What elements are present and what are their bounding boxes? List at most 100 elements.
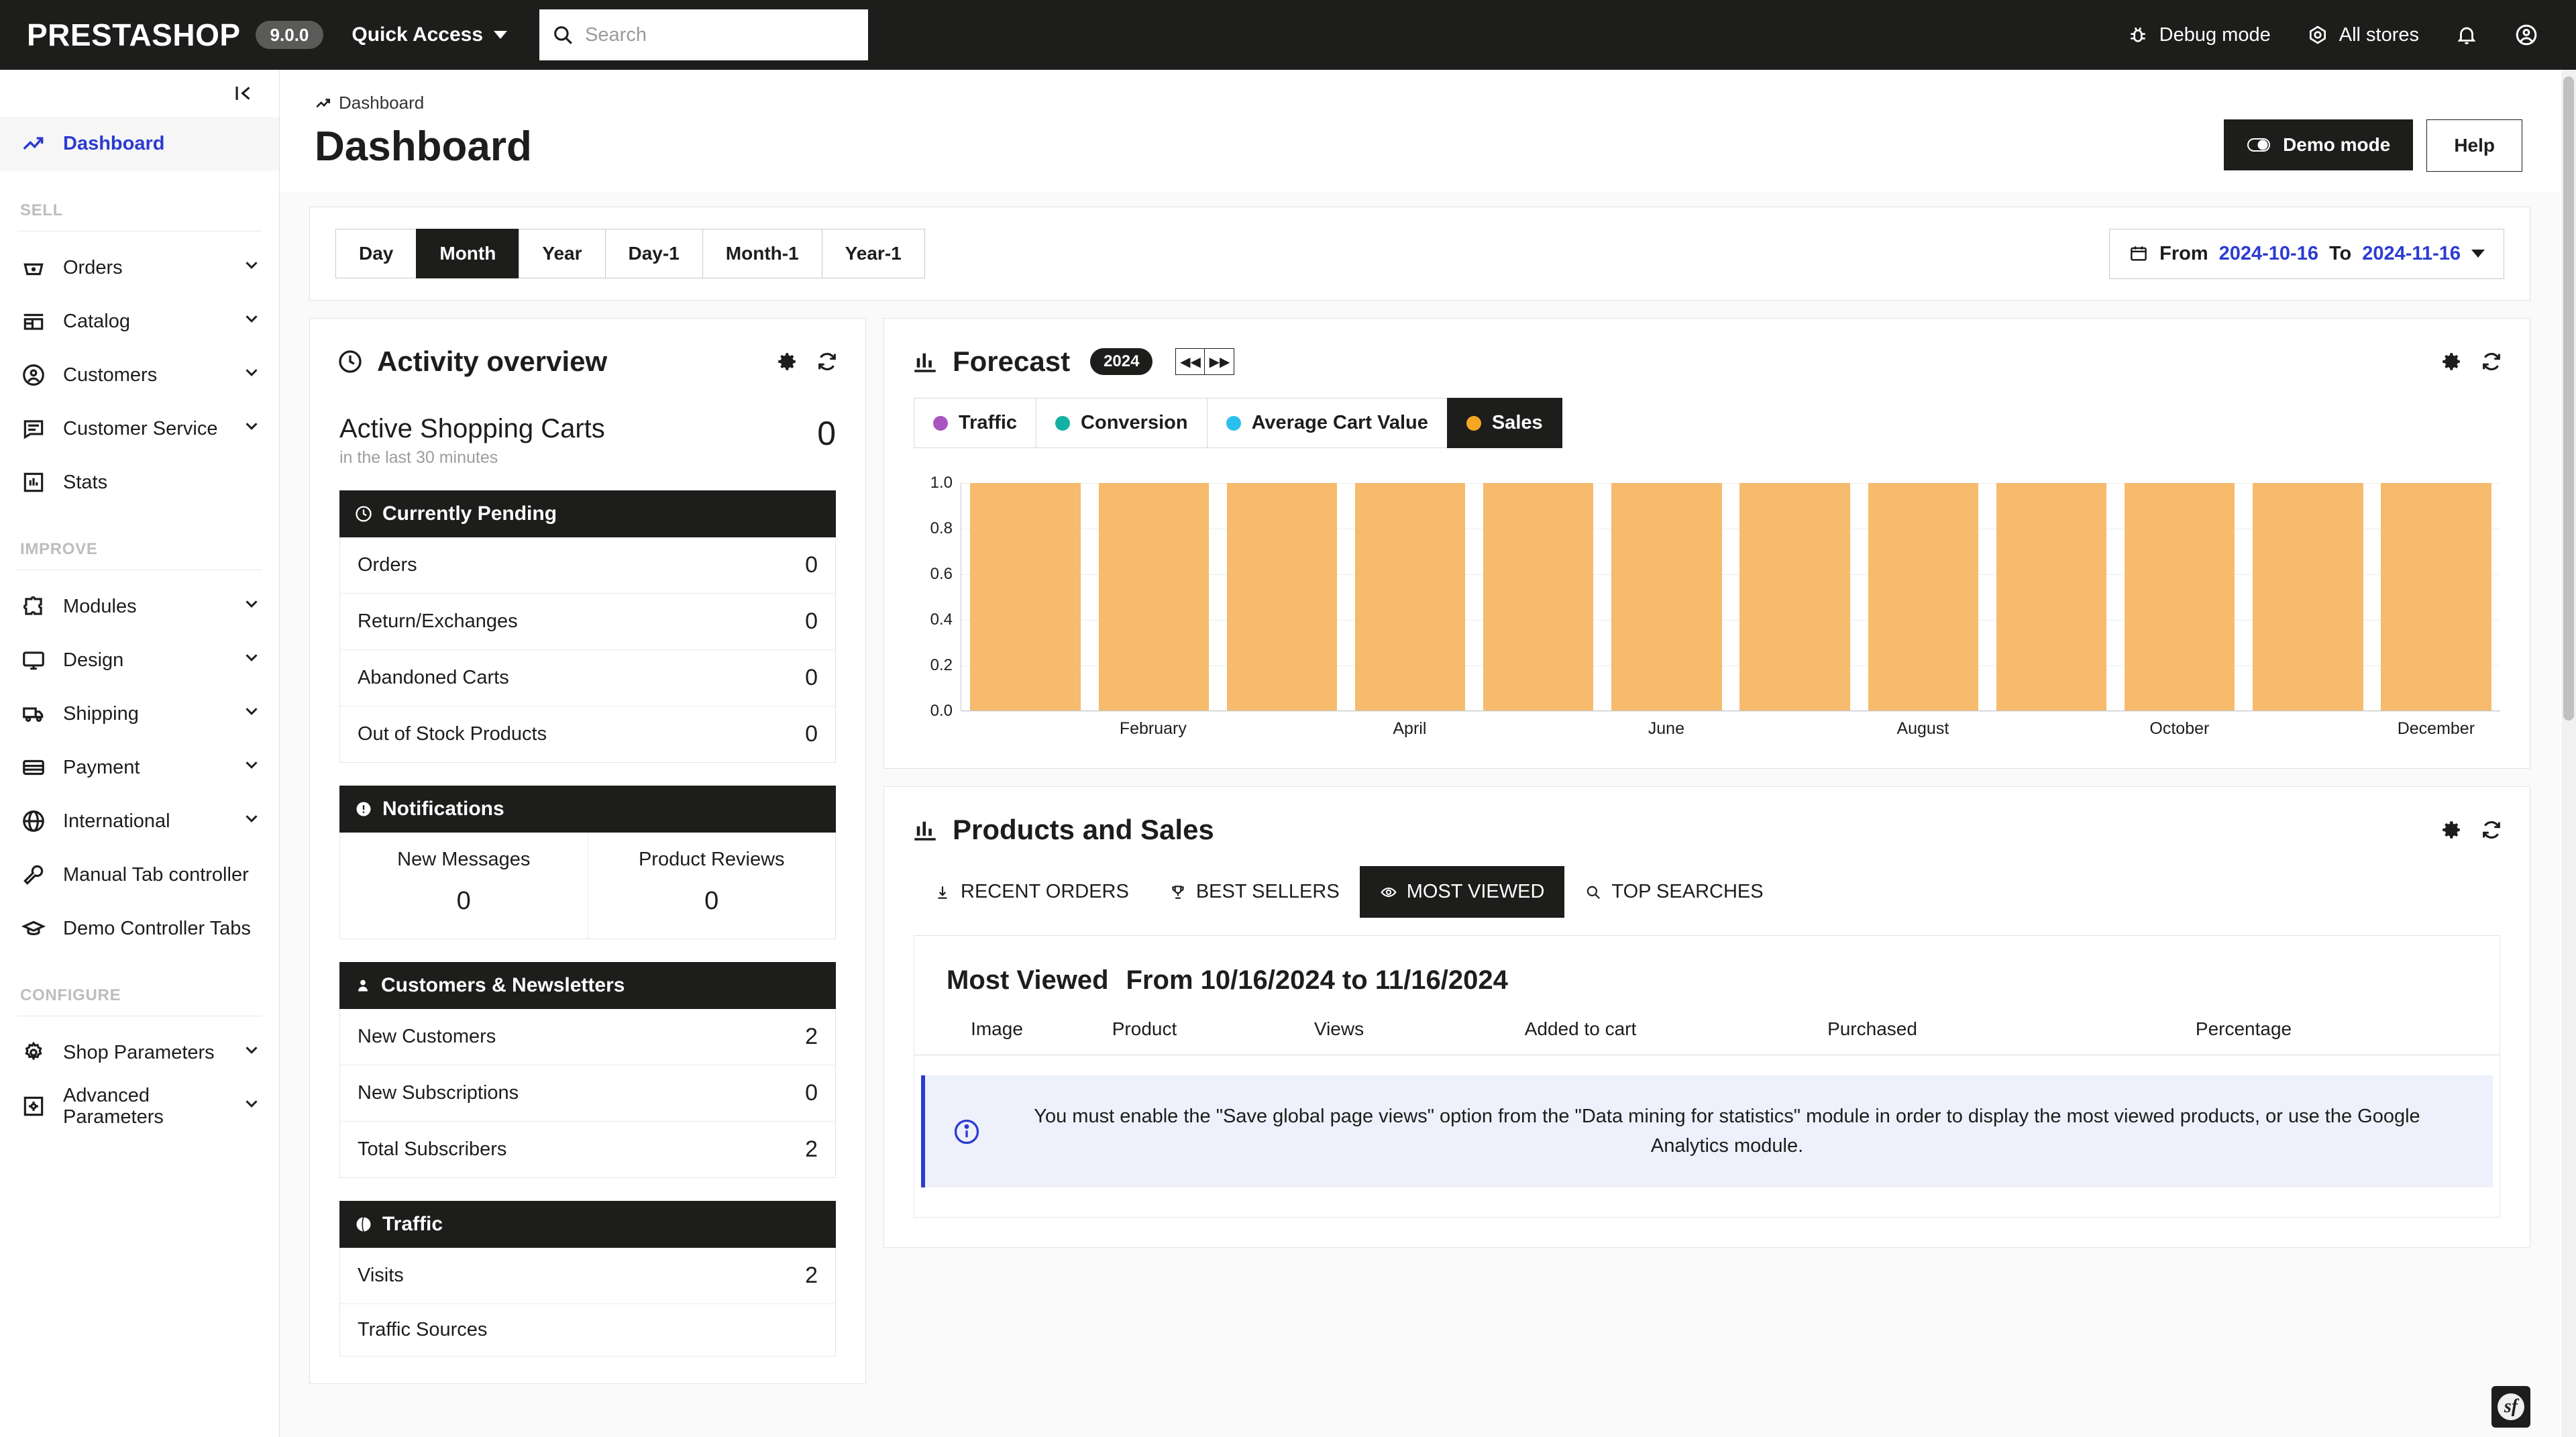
sidebar-item-design[interactable]: Design [0,633,279,687]
sidebar-item-label: Shipping [63,702,139,725]
tab-top-searches[interactable]: TOP SEARCHES [1564,866,1784,918]
range-month[interactable]: Month [416,229,519,278]
brand-logo[interactable]: PRESTASHOP [27,17,241,53]
forecast-chart: 1.0 0.8 0.6 0.4 0.2 0.0 February April June Augu… [884,460,2530,768]
debug-mode-button[interactable]: Debug mode [2127,24,2271,46]
legend-traffic[interactable]: Traffic [914,398,1036,448]
chart-bar[interactable] [1226,483,1338,710]
list-item[interactable]: Visits 2 [340,1248,835,1304]
range-day[interactable]: Day [335,229,417,278]
refresh-icon[interactable] [2480,818,2503,841]
chart-bar[interactable] [1739,483,1850,710]
refresh-icon[interactable] [2480,350,2503,373]
sidebar-item-customer-service[interactable]: Customer Service [0,402,279,456]
x-axis-tick [1474,719,1602,739]
range-year-1[interactable]: Year-1 [821,229,925,278]
notification-cell[interactable]: New Messages 0 [340,833,588,939]
chart-y-axis: 1.0 0.8 0.6 0.4 0.2 0.0 [914,474,961,720]
legend-label: Conversion [1081,412,1188,433]
x-axis-tick [1218,719,1346,739]
symfony-debug-badge[interactable]: sf [2491,1386,2530,1428]
account-button[interactable] [2514,23,2538,47]
date-range-picker[interactable]: From 2024-10-16 To 2024-11-16 [2109,228,2504,279]
all-stores-label: All stores [2339,23,2419,46]
date-to-value[interactable]: 2024-11-16 [2362,243,2461,265]
sidebar-item-label: Manual Tab controller [63,863,249,886]
search-box[interactable] [539,9,869,60]
sidebar-item-payment[interactable]: Payment [0,741,279,794]
x-axis-tick [1987,719,2115,739]
refresh-icon[interactable] [816,350,839,373]
currently-pending-title: Currently Pending [382,502,557,525]
tab-most-viewed[interactable]: MOST VIEWED [1359,866,1565,918]
chart-bar[interactable] [1868,483,1978,710]
row-value: 0 [805,1080,818,1106]
row-label: Traffic Sources [358,1319,488,1340]
tab-recent-orders[interactable]: RECENT ORDERS [914,866,1149,918]
chart-bar[interactable] [1354,483,1466,710]
x-axis-tick [961,719,1089,739]
most-viewed-alert: You must enable the "Save global page vi… [921,1075,2493,1187]
notification-cell[interactable]: Product Reviews 0 [587,833,836,939]
list-item[interactable]: Total Subscribers 2 [340,1122,835,1177]
sidebar-item-manual-tab-controller[interactable]: Manual Tab controller [0,848,279,902]
list-item[interactable]: Out of Stock Products 0 [340,706,835,762]
chevron-down-icon [494,31,508,39]
symfony-icon: sf [2498,1393,2524,1420]
all-stores-button[interactable]: All stores [2307,24,2419,46]
legend-average-cart-value[interactable]: Average Cart Value [1206,398,1447,448]
legend-conversion[interactable]: Conversion [1036,398,1207,448]
gear-icon[interactable] [775,350,798,373]
page-scrollbar[interactable] [2561,70,2576,1437]
sidebar-item-customers[interactable]: Customers [0,348,279,402]
list-item[interactable]: New Customers 2 [340,1009,835,1065]
chart-bar[interactable] [2124,483,2235,710]
list-item[interactable]: Orders 0 [340,537,835,594]
demo-mode-button[interactable]: Demo mode [2224,119,2414,170]
list-item[interactable]: New Subscriptions 0 [340,1065,835,1122]
sidebar-item-dashboard[interactable]: Dashboard [0,117,279,170]
gear-icon[interactable] [2440,818,2463,841]
sidebar-item-label: Demo Controller Tabs [63,917,251,939]
list-item[interactable]: Abandoned Carts 0 [340,650,835,706]
sidebar-item-stats[interactable]: Stats [0,456,279,509]
chart-bar[interactable] [2381,483,2491,710]
sidebar-item-international[interactable]: International [0,794,279,848]
list-item[interactable]: Traffic Sources [340,1304,835,1356]
list-item[interactable]: Return/Exchanges 0 [340,594,835,650]
range-month-1[interactable]: Month-1 [702,229,822,278]
sidebar-item-shop-parameters[interactable]: Shop Parameters [0,1026,279,1079]
gear-icon[interactable] [2440,350,2463,373]
chart-bar[interactable] [1611,483,1722,710]
chevron-down-icon [241,1094,262,1119]
sidebar-item-catalog[interactable]: Catalog [0,295,279,348]
tab-best-sellers[interactable]: BEST SELLERS [1148,866,1360,918]
sidebar-item-label: Customer Service [63,417,218,439]
sidebar-item-orders[interactable]: Orders [0,241,279,295]
chart-bar[interactable] [1098,483,1209,710]
chart-bar[interactable] [970,483,1081,710]
collapse-sidebar-icon[interactable] [232,82,255,105]
quick-access-dropdown[interactable]: Quick Access [352,23,508,46]
forecast-next-button[interactable]: ▶▶ [1205,348,1235,375]
range-day-1[interactable]: Day-1 [604,229,702,278]
row-value: 2 [805,1136,818,1162]
search-input[interactable] [585,23,857,46]
date-from-value[interactable]: 2024-10-16 [2219,243,2318,265]
currently-pending-header: Currently Pending [339,490,836,537]
sidebar-item-demo-controller-tabs[interactable]: Demo Controller Tabs [0,902,279,955]
range-year[interactable]: Year [519,229,605,278]
chart-bar[interactable] [1996,483,2107,710]
chart-bar[interactable] [2253,483,2363,710]
sidebar-item-shipping[interactable]: Shipping [0,687,279,741]
chart-bar[interactable] [1483,483,1594,710]
page-header: Dashboard Dashboard Demo mode Help [280,70,2560,192]
sidebar-item-modules[interactable]: Modules [0,580,279,633]
help-button[interactable]: Help [2426,119,2522,172]
scrollbar-thumb[interactable] [2563,76,2574,721]
chevron-down-icon [241,755,262,780]
legend-sales[interactable]: Sales [1446,398,1562,448]
forecast-prev-button[interactable]: ◀◀ [1175,348,1205,375]
notifications-button[interactable] [2455,23,2478,46]
sidebar-item-advanced-parameters[interactable]: Advanced Parameters [0,1079,279,1133]
